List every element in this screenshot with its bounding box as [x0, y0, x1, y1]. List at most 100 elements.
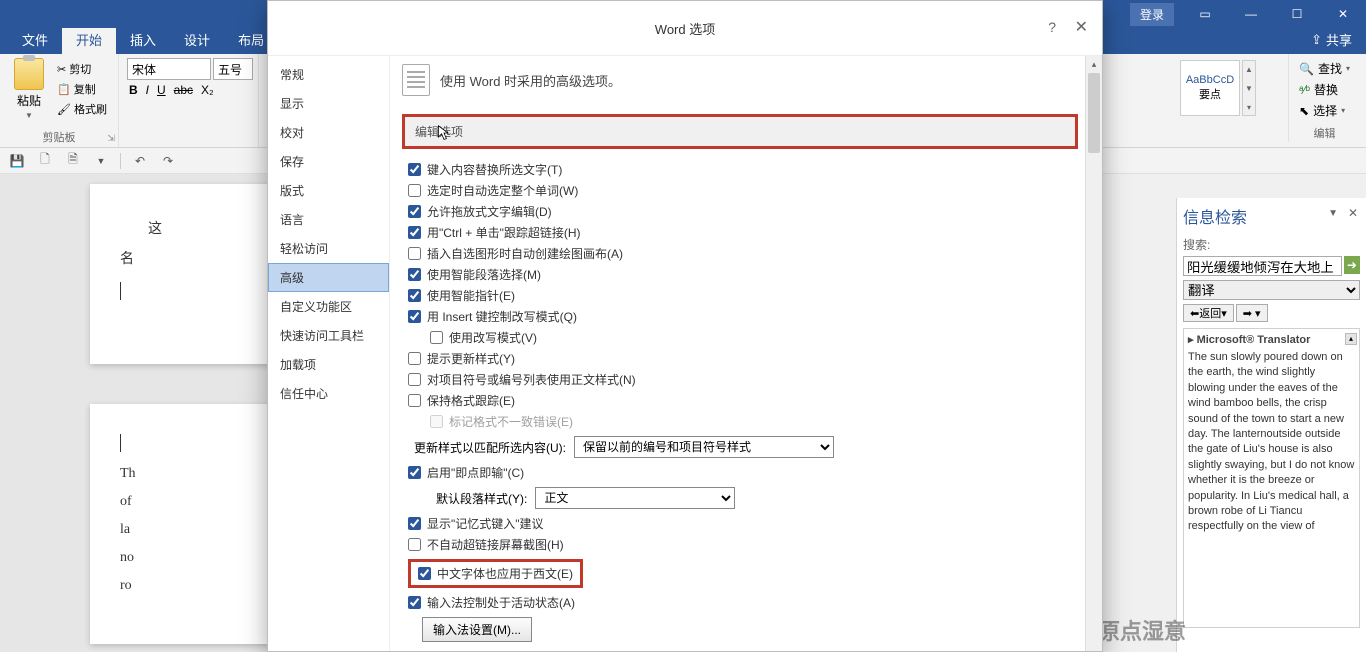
cat-general[interactable]: 常规: [268, 60, 389, 89]
cat-language[interactable]: 语言: [268, 205, 389, 234]
styles-more[interactable]: ▲▼▾: [1242, 60, 1256, 116]
scroll-up-icon[interactable]: ▴: [1086, 56, 1102, 73]
select-button[interactable]: ⬉选择▾: [1299, 102, 1350, 119]
save-icon[interactable]: 💾: [8, 152, 26, 170]
maximize-icon[interactable]: ☐: [1274, 0, 1320, 28]
editing-label: 编辑: [1299, 125, 1350, 141]
dialog-titlebar: Word 选项 ? ✕: [268, 1, 1102, 56]
dialog-title-text: Word 选项: [655, 19, 715, 38]
mouse-cursor-icon: [437, 125, 451, 141]
login-button[interactable]: 登录: [1130, 3, 1174, 26]
chevron-down-icon: ▼: [25, 111, 33, 120]
ribbon-display-icon[interactable]: ▭: [1182, 0, 1228, 28]
opt-insert-overtype[interactable]: 用 Insert 键控制改写模式(Q): [408, 306, 1078, 327]
result-body: The sun slowly poured down on the earth,…: [1188, 350, 1355, 535]
paste-button[interactable]: 粘贴 ▼: [8, 58, 50, 131]
font-name-select[interactable]: [127, 58, 211, 80]
cat-ease[interactable]: 轻松访问: [268, 234, 389, 263]
share-button[interactable]: ⇪共享: [1297, 25, 1366, 54]
font-size-select[interactable]: [213, 58, 253, 80]
opt-typing-replace[interactable]: 键入内容替换所选文字(T): [408, 159, 1078, 180]
style-name: 要点: [1199, 86, 1221, 102]
italic-button[interactable]: I: [146, 83, 149, 97]
opt-select-word[interactable]: 选定时自动选定整个单词(W): [408, 180, 1078, 201]
forward-button[interactable]: ➡ ▾: [1236, 304, 1268, 322]
scroll-up-icon[interactable]: ▴: [1345, 333, 1357, 345]
search-input[interactable]: [1183, 256, 1342, 276]
scroll-thumb[interactable]: [1088, 73, 1100, 153]
opt-drag-drop[interactable]: 允许拖放式文字编辑(D): [408, 201, 1078, 222]
opt-no-autohyperlink-screenshot[interactable]: 不自动超链接屏幕截图(H): [408, 534, 1078, 555]
minimize-icon[interactable]: —: [1228, 0, 1274, 28]
options-content: ▴ 使用 Word 时采用的高级选项。 编辑选项 键入内容替换所选文字(T) 选…: [390, 56, 1102, 651]
opt-smart-cursor[interactable]: 使用智能指针(E): [408, 285, 1078, 306]
find-button[interactable]: 🔍查找▾: [1299, 60, 1350, 77]
copy-button[interactable]: 📋复制: [54, 80, 110, 98]
undo-icon[interactable]: ↶: [131, 152, 149, 170]
back-button[interactable]: ⬅ 返回 ▾: [1183, 304, 1234, 322]
strike-button[interactable]: abc: [174, 83, 193, 97]
bold-button[interactable]: B: [129, 83, 138, 97]
chevron-down-icon[interactable]: ▼: [92, 152, 110, 170]
underline-button[interactable]: U: [157, 83, 166, 97]
ime-settings-button[interactable]: 输入法设置(M)...: [422, 617, 532, 642]
tab-insert[interactable]: 插入: [116, 25, 170, 54]
cut-button[interactable]: ✂剪切: [54, 60, 110, 78]
subscript-button[interactable]: X₂: [201, 83, 214, 97]
opt-ime-active[interactable]: 输入法控制处于活动状态(A): [408, 592, 1078, 613]
close-icon[interactable]: ✕: [1320, 0, 1366, 28]
cat-display[interactable]: 显示: [268, 89, 389, 118]
dialog-launcher-icon[interactable]: ⇲: [107, 133, 115, 144]
separator: [120, 153, 121, 169]
cursor-icon: ⬉: [1299, 104, 1309, 118]
opt-track-format[interactable]: 保持格式跟踪(E): [408, 390, 1078, 411]
update-style-select[interactable]: 保留以前的编号和项目符号样式: [574, 436, 834, 458]
print-preview-icon[interactable]: 🗎: [64, 152, 82, 170]
opt-drawing-canvas[interactable]: 插入自选图形时自动创建绘图画布(A): [408, 243, 1078, 264]
pane-options-icon[interactable]: ▼: [1328, 208, 1338, 219]
default-para-select[interactable]: 正文: [535, 487, 735, 509]
styles-gallery: AaBbCcD 要点 ▲▼▾: [1180, 56, 1256, 116]
opt-cn-font-west[interactable]: 中文字体也应用于西文(E): [414, 563, 577, 584]
search-label: 搜索:: [1183, 236, 1360, 253]
update-style-label: 更新样式以匹配所选内容(U):: [414, 439, 566, 456]
opt-default-para-row: 默认段落样式(Y): 正文: [408, 483, 1078, 513]
cat-qat[interactable]: 快速访问工具栏: [268, 321, 389, 350]
cat-advanced[interactable]: 高级: [268, 263, 389, 292]
cat-proofing[interactable]: 校对: [268, 118, 389, 147]
pane-close-icon[interactable]: ✕: [1348, 206, 1358, 220]
opt-prompt-update[interactable]: 提示更新样式(Y): [408, 348, 1078, 369]
banner-text: 使用 Word 时采用的高级选项。: [440, 71, 621, 90]
default-para-label: 默认段落样式(Y):: [436, 490, 527, 507]
opt-normal-bullets[interactable]: 对项目符号或编号列表使用正文样式(N): [408, 369, 1078, 390]
redo-icon[interactable]: ↷: [159, 152, 177, 170]
search-go-button[interactable]: ➜: [1344, 256, 1360, 274]
opt-use-overtype[interactable]: 使用改写模式(V): [408, 327, 1078, 348]
cat-trust[interactable]: 信任中心: [268, 379, 389, 408]
font-group: B I U abc X₂: [119, 54, 259, 147]
opt-click-type[interactable]: 启用"即点即输"(C): [408, 462, 1078, 483]
cat-customribbon[interactable]: 自定义功能区: [268, 292, 389, 321]
share-icon: ⇪: [1311, 32, 1322, 48]
opt-ctrl-click[interactable]: 用"Ctrl + 单击"跟踪超链接(H): [408, 222, 1078, 243]
style-preview: AaBbCcD: [1186, 74, 1234, 86]
opt-update-style-row: 更新样式以匹配所选内容(U): 保留以前的编号和项目符号样式: [408, 432, 1078, 462]
help-icon[interactable]: ?: [1048, 19, 1056, 35]
tab-file[interactable]: 文件: [8, 25, 62, 54]
replace-icon: ᵃ⁄ᵇ: [1299, 83, 1310, 97]
cat-addins[interactable]: 加载项: [268, 350, 389, 379]
tab-design[interactable]: 设计: [170, 25, 224, 54]
new-icon[interactable]: 🗋: [36, 152, 54, 170]
opt-smart-para[interactable]: 使用智能段落选择(M): [408, 264, 1078, 285]
dialog-close-icon[interactable]: ✕: [1075, 17, 1088, 37]
cat-save[interactable]: 保存: [268, 147, 389, 176]
opt-autocomplete[interactable]: 显示"记忆式键入"建议: [408, 513, 1078, 534]
cat-layout[interactable]: 版式: [268, 176, 389, 205]
scrollbar[interactable]: ▴: [1085, 56, 1102, 651]
format-painter-button[interactable]: 🖌格式刷: [54, 100, 110, 118]
tab-home[interactable]: 开始: [62, 25, 116, 54]
replace-button[interactable]: ᵃ⁄ᵇ替换: [1299, 81, 1350, 98]
style-item[interactable]: AaBbCcD 要点: [1180, 60, 1240, 116]
service-select[interactable]: 翻译: [1183, 280, 1360, 300]
clipboard-group: 粘贴 ▼ ✂剪切 📋复制 🖌格式刷 剪贴板 ⇲: [0, 54, 119, 147]
